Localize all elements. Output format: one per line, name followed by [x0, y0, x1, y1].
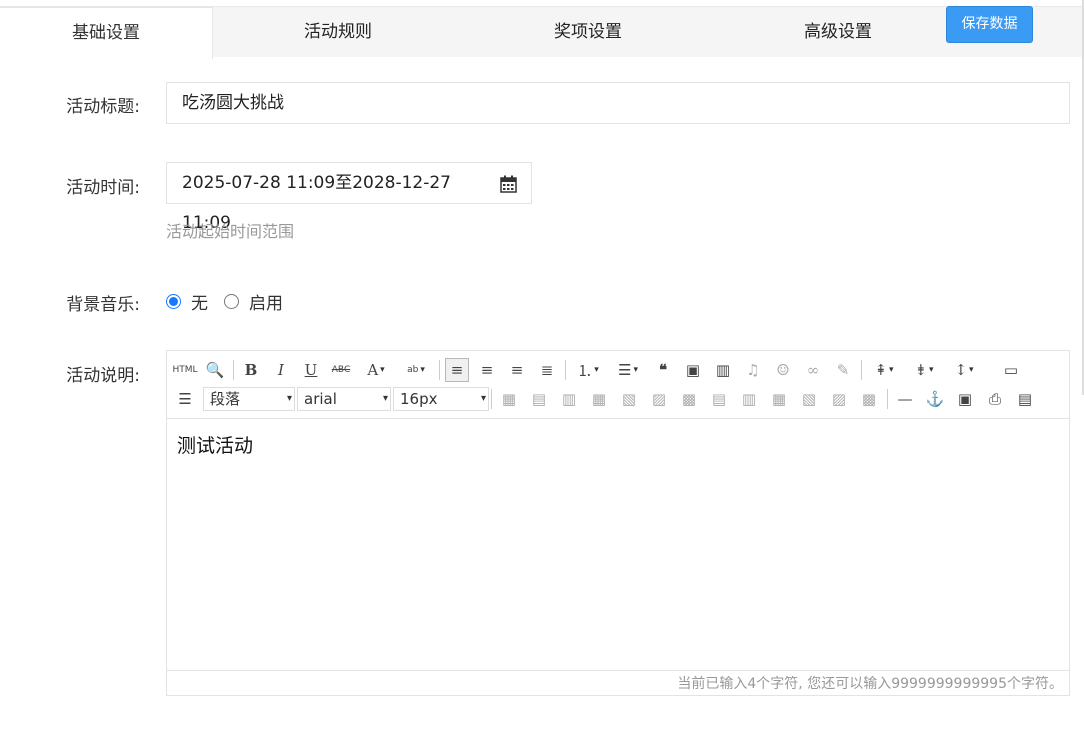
print-icon[interactable]: ⎙ — [983, 387, 1007, 411]
paragraph-spacing-top-icon[interactable]: ⇞ — [867, 358, 901, 382]
indent-icon[interactable]: ☰ — [173, 387, 197, 411]
paragraph-spacing-bottom-icon[interactable]: ⇟ — [907, 358, 941, 382]
preview-icon[interactable]: 🔍 — [203, 358, 227, 382]
unordered-list-icon[interactable]: ☰ — [611, 358, 645, 382]
ordered-list-icon[interactable]: ⒈ — [571, 358, 605, 382]
bold-icon[interactable]: B — [239, 358, 263, 382]
tab-activity-rules[interactable]: 活动规则 — [213, 7, 463, 58]
rich-text-editor: HTML 🔍 B I U ABC A ab ≡ ≡ ≡ ≣ ⒈ ☰ ❝ ▣ ▥ … — [166, 350, 1070, 696]
table-split-cols-icon[interactable]: ▨ — [827, 387, 851, 411]
table-split-icon[interactable]: ▦ — [767, 387, 791, 411]
tab-basic-settings[interactable]: 基础设置 — [0, 7, 213, 59]
highlight-icon[interactable]: ab — [399, 358, 433, 382]
strikethrough-icon[interactable]: ABC — [329, 358, 353, 382]
table-col-before-icon[interactable]: ▧ — [617, 387, 641, 411]
table-col-after-icon[interactable]: ▨ — [647, 387, 671, 411]
paste-icon[interactable]: ▤ — [1013, 387, 1037, 411]
table-delete-icon[interactable]: ▤ — [527, 387, 551, 411]
calendar-icon[interactable] — [500, 175, 517, 193]
align-right-icon[interactable]: ≡ — [505, 358, 529, 382]
table-split-rows-icon[interactable]: ▧ — [797, 387, 821, 411]
fullscreen-icon[interactable]: ▭ — [999, 358, 1023, 382]
table-merge-icon[interactable]: ▩ — [677, 387, 701, 411]
horizontal-rule-icon[interactable]: — — [893, 387, 917, 411]
blockquote-icon[interactable]: ❝ — [651, 358, 675, 382]
table-delete-col-icon[interactable]: ▩ — [857, 387, 881, 411]
font-color-icon[interactable]: A — [359, 358, 393, 382]
eraser-icon[interactable]: ✎ — [831, 358, 855, 382]
editor-toolbar: HTML 🔍 B I U ABC A ab ≡ ≡ ≡ ≣ ⒈ ☰ ❝ ▣ ▥ … — [167, 351, 1069, 419]
activity-title-label: 活动标题: — [66, 97, 140, 117]
align-left-icon[interactable]: ≡ — [445, 358, 469, 382]
music-icon[interactable]: ♫ — [741, 358, 765, 382]
music-enable-radio[interactable] — [224, 293, 239, 309]
music-enable-label[interactable]: 启用 — [249, 289, 283, 314]
activity-time-label: 活动时间: — [66, 178, 140, 198]
music-none-radio[interactable] — [166, 293, 181, 309]
font-family-select[interactable]: arial — [297, 387, 391, 411]
table-merge-right-icon[interactable]: ▤ — [707, 387, 731, 411]
image-icon[interactable]: ▣ — [681, 358, 705, 382]
activity-title-input[interactable]: 吃汤圆大挑战 — [166, 82, 1070, 124]
insert-table-icon[interactable]: ▦ — [497, 387, 521, 411]
font-size-select[interactable]: 16px — [393, 387, 489, 411]
table-row-before-icon[interactable]: ▥ — [557, 387, 581, 411]
anchor-icon[interactable]: ⚓ — [923, 387, 947, 411]
editor-content[interactable]: 测试活动 — [177, 431, 253, 458]
align-center-icon[interactable]: ≡ — [475, 358, 499, 382]
background-music-label: 背景音乐: — [66, 295, 140, 315]
editor-char-count: 当前已输入4个字符, 您还可以输入9999999999995个字符。 — [167, 670, 1069, 696]
table-row-after-icon[interactable]: ▦ — [587, 387, 611, 411]
tab-bar: 基础设置 活动规则 奖项设置 高级设置 — [0, 6, 1082, 59]
align-justify-icon[interactable]: ≣ — [535, 358, 559, 382]
line-height-icon[interactable]: ↕ — [947, 358, 981, 382]
insert-frame-icon[interactable]: ▣ — [953, 387, 977, 411]
html-source-icon[interactable]: HTML — [172, 358, 197, 382]
paragraph-format-select[interactable]: 段落 — [203, 387, 295, 411]
underline-icon[interactable]: U — [299, 358, 323, 382]
save-data-button[interactable]: 保存数据 — [946, 6, 1033, 43]
background-music-radio-group: 无 启用 — [166, 288, 299, 314]
music-none-label[interactable]: 无 — [191, 289, 208, 314]
italic-icon[interactable]: I — [269, 358, 293, 382]
tab-prize-settings[interactable]: 奖项设置 — [463, 7, 713, 58]
table-merge-down-icon[interactable]: ▥ — [737, 387, 761, 411]
activity-time-input[interactable]: 2025-07-28 11:09至2028-12-27 11:09 — [166, 162, 532, 233]
activity-time-help: 活动起始时间范围 — [166, 222, 295, 241]
video-icon[interactable]: ▥ — [711, 358, 735, 382]
tab-advanced-settings[interactable]: 高级设置 — [713, 7, 963, 58]
activity-description-label: 活动说明: — [66, 366, 140, 386]
emotion-icon[interactable]: ☺ — [771, 358, 795, 382]
link-icon[interactable]: ∞ — [801, 358, 825, 382]
